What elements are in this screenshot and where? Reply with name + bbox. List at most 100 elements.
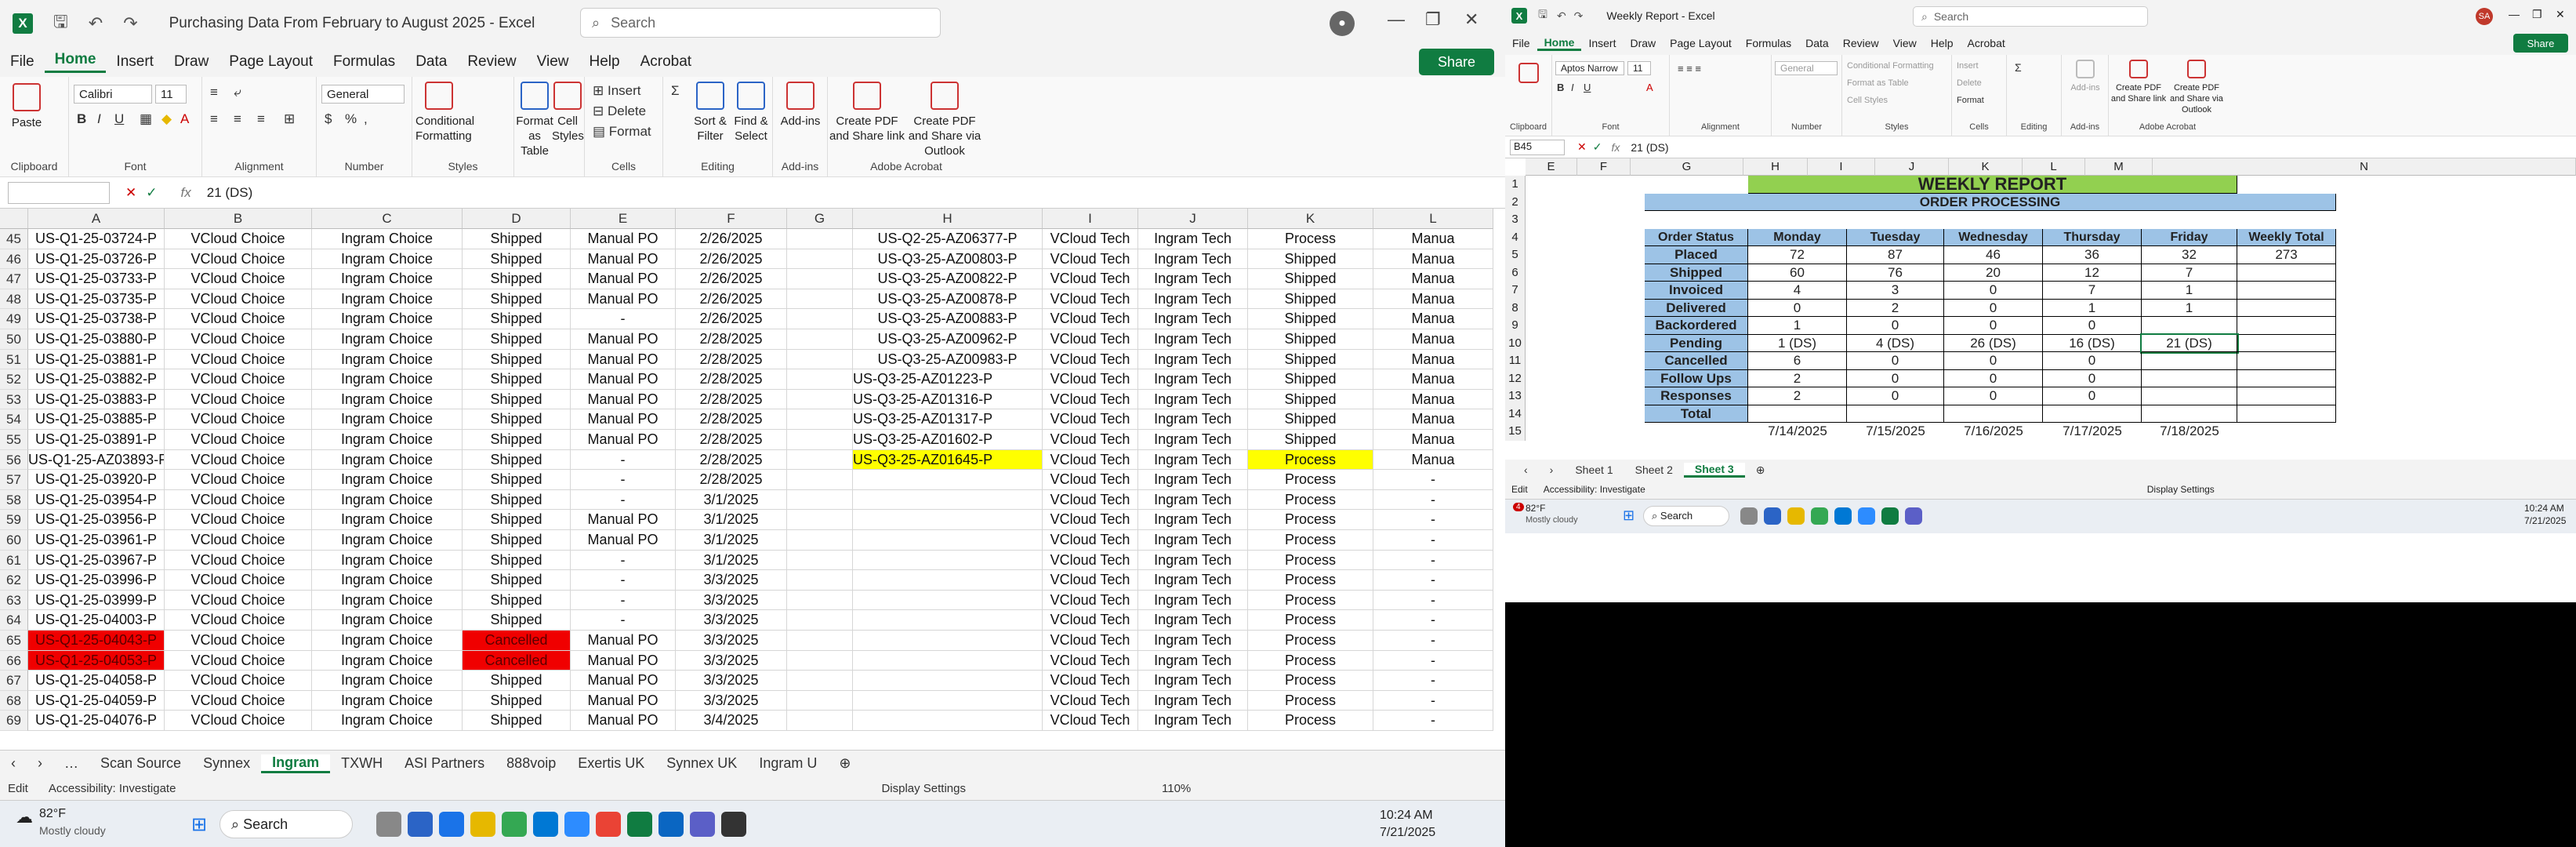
right-tab-next-icon[interactable]: › bbox=[1539, 463, 1565, 476]
cell-k[interactable]: Process bbox=[1248, 671, 1373, 691]
right-column-header[interactable]: H bbox=[1743, 158, 1808, 176]
report-cell[interactable] bbox=[1847, 405, 1944, 423]
report-cell[interactable]: 0 bbox=[1944, 282, 2043, 300]
tab-txwh[interactable]: TXWH bbox=[330, 755, 394, 772]
cell-i[interactable]: VCloud Tech bbox=[1043, 570, 1138, 591]
cell-f[interactable]: 3/3/2025 bbox=[676, 690, 787, 711]
cell-f[interactable]: 3/1/2025 bbox=[676, 530, 787, 551]
right-save-icon[interactable]: 🖫 bbox=[1538, 6, 1547, 25]
tab-ingram-u[interactable]: Ingram U bbox=[748, 755, 828, 772]
cell-a[interactable]: US-Q1-25-03881-P bbox=[28, 349, 165, 370]
share-button[interactable]: Share bbox=[1419, 49, 1494, 75]
cell-e[interactable]: Manual PO bbox=[571, 269, 676, 289]
right-font-size-select[interactable]: 11 bbox=[1627, 61, 1651, 75]
report-cell[interactable] bbox=[2237, 369, 2336, 387]
cell-i[interactable]: VCloud Tech bbox=[1043, 269, 1138, 289]
column-header[interactable]: H bbox=[853, 209, 1043, 229]
right-insert-button[interactable]: Insert bbox=[1957, 61, 1979, 71]
tab-synnex-uk[interactable]: Synnex UK bbox=[655, 755, 748, 772]
cell-b[interactable]: VCloud Choice bbox=[165, 369, 312, 390]
report-cell[interactable]: 1 bbox=[2142, 299, 2237, 317]
cell-f[interactable]: 2/28/2025 bbox=[676, 349, 787, 370]
cell-i[interactable]: VCloud Tech bbox=[1043, 389, 1138, 410]
cell-b[interactable]: VCloud Choice bbox=[165, 229, 312, 249]
cell-a[interactable]: US-Q1-25-04043-P bbox=[28, 631, 165, 651]
cell-l[interactable]: - bbox=[1373, 671, 1493, 691]
report-title[interactable]: WEEKLY REPORT bbox=[1748, 176, 2237, 194]
add-sheet-icon[interactable]: ⊕ bbox=[828, 755, 862, 772]
app-icon-5[interactable] bbox=[721, 812, 746, 837]
right-row-header[interactable]: 2 bbox=[1505, 193, 1526, 211]
cell-e[interactable]: Manual PO bbox=[571, 369, 676, 390]
cell-h[interactable]: US-Q3-25-AZ01317-P bbox=[853, 409, 1043, 430]
cell-c[interactable]: Ingram Choice bbox=[312, 671, 463, 691]
cell-f[interactable]: 2/26/2025 bbox=[676, 309, 787, 329]
tab-sheet-1[interactable]: Sheet 1 bbox=[1564, 463, 1624, 476]
report-cell[interactable]: 0 bbox=[1847, 369, 1944, 387]
right-column-header[interactable]: E bbox=[1526, 158, 1577, 176]
right-display-settings[interactable]: Display Settings bbox=[2147, 484, 2215, 495]
cell-l[interactable]: Manua bbox=[1373, 430, 1493, 450]
cell-f[interactable]: 2/26/2025 bbox=[676, 289, 787, 310]
cell-d[interactable]: Shipped bbox=[463, 570, 571, 591]
column-header[interactable]: I bbox=[1043, 209, 1138, 229]
cell-a[interactable]: US-Q1-25-04059-P bbox=[28, 690, 165, 711]
cell-e[interactable]: Manual PO bbox=[571, 229, 676, 249]
cell-j[interactable]: Ingram Tech bbox=[1138, 671, 1248, 691]
right-row-header[interactable]: 3 bbox=[1505, 211, 1526, 229]
cell-e[interactable]: - bbox=[571, 309, 676, 329]
row-header[interactable]: 49 bbox=[0, 309, 28, 329]
cell-c[interactable]: Ingram Choice bbox=[312, 631, 463, 651]
cell-d[interactable]: Shipped bbox=[463, 329, 571, 350]
report-cell[interactable] bbox=[2237, 352, 2336, 370]
cell-h[interactable] bbox=[853, 711, 1043, 731]
cell-e[interactable]: Manual PO bbox=[571, 409, 676, 430]
cell-l[interactable]: - bbox=[1373, 690, 1493, 711]
row-header[interactable]: 48 bbox=[0, 289, 28, 310]
cell-j[interactable]: Ingram Tech bbox=[1138, 610, 1248, 631]
insert-cells-button[interactable]: ⊞ Insert bbox=[593, 83, 641, 99]
cell-b[interactable]: VCloud Choice bbox=[165, 711, 312, 731]
cell-c[interactable]: Ingram Choice bbox=[312, 590, 463, 611]
cell-k[interactable]: Shipped bbox=[1248, 389, 1373, 410]
row-header[interactable]: 50 bbox=[0, 329, 28, 350]
cell-j[interactable]: Ingram Tech bbox=[1138, 369, 1248, 390]
report-cell[interactable]: 16 (DS) bbox=[2043, 334, 2142, 352]
cell-c[interactable]: Ingram Choice bbox=[312, 470, 463, 490]
cell-a[interactable]: US-Q1-25-03738-P bbox=[28, 309, 165, 329]
cell-i[interactable]: VCloud Tech bbox=[1043, 650, 1138, 671]
minimize-icon[interactable]: — bbox=[1388, 9, 1405, 30]
cell-l[interactable]: - bbox=[1373, 711, 1493, 731]
column-header[interactable]: C bbox=[312, 209, 463, 229]
app-icon-1[interactable] bbox=[376, 812, 401, 837]
column-header[interactable]: J bbox=[1138, 209, 1248, 229]
right-clock-time[interactable]: 10:24 AM bbox=[2524, 503, 2564, 514]
cell-a[interactable]: US-Q1-25-03996-P bbox=[28, 570, 165, 591]
currency-icon[interactable]: $ bbox=[325, 111, 332, 127]
cell-a[interactable]: US-Q1-25-03880-P bbox=[28, 329, 165, 350]
cell-c[interactable]: Ingram Choice bbox=[312, 650, 463, 671]
formula-input[interactable]: 21 (DS) bbox=[207, 185, 253, 201]
cell-a[interactable]: US-Q1-25-03999-P bbox=[28, 590, 165, 611]
report-grid[interactable]: E F G H I J K L M N 1 2 3 4 5 6 7 8 9 10 11 12 13 14 15 WEEKLY RE… bbox=[1505, 158, 2576, 460]
cell-k[interactable]: Process bbox=[1248, 229, 1373, 249]
cell-l[interactable]: - bbox=[1373, 470, 1493, 490]
cell-k[interactable]: Process bbox=[1248, 470, 1373, 490]
right-undo-icon[interactable]: ↶ bbox=[1557, 9, 1566, 23]
report-cell[interactable]: 0 bbox=[1944, 299, 2043, 317]
menu-file[interactable]: File bbox=[0, 53, 45, 71]
cell-a[interactable]: US-Q1-25-03883-P bbox=[28, 389, 165, 410]
cell-d[interactable]: Shipped bbox=[463, 409, 571, 430]
cell-b[interactable]: VCloud Choice bbox=[165, 550, 312, 571]
right-pdf-outlook-button[interactable]: Create PDF and Share via Outlook bbox=[2168, 60, 2225, 115]
date-cell[interactable]: 7/15/2025 bbox=[1847, 423, 1944, 441]
cell-c[interactable]: Ingram Choice bbox=[312, 570, 463, 591]
cell-l[interactable]: Manua bbox=[1373, 329, 1493, 350]
cell-a[interactable]: US-Q1-25-03724-P bbox=[28, 229, 165, 249]
cell-e[interactable]: - bbox=[571, 590, 676, 611]
cancel-icon[interactable]: ✕ bbox=[125, 185, 136, 201]
fill-color-icon[interactable]: ◆ bbox=[161, 111, 172, 127]
cell-c[interactable]: Ingram Choice bbox=[312, 530, 463, 551]
align-center-icon[interactable]: ≡ bbox=[234, 111, 241, 127]
cell-l[interactable]: - bbox=[1373, 610, 1493, 631]
